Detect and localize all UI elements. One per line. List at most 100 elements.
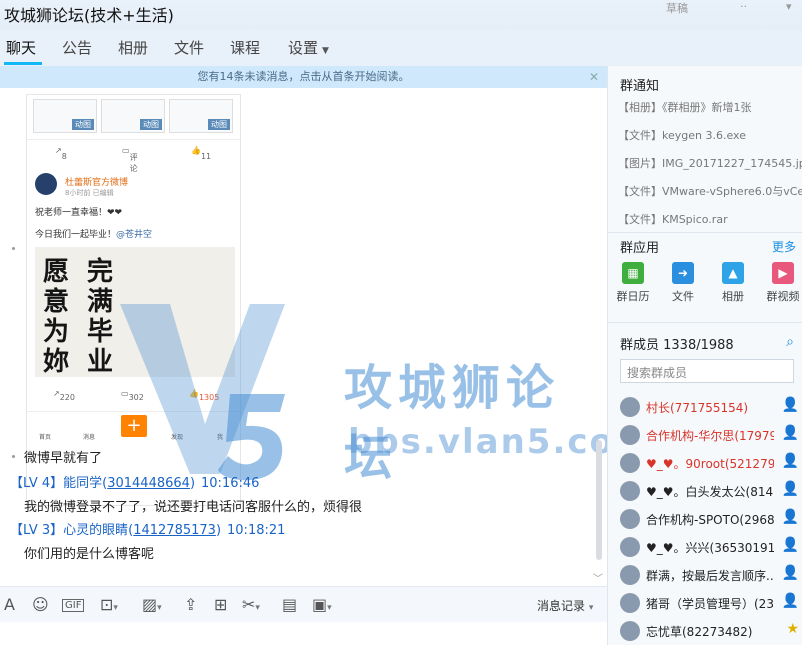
upload-icon[interactable]: ⇪ [184,595,197,614]
file-icon: ➜ [672,262,694,284]
star-icon: ★ [786,621,799,637]
image-icon[interactable]: ▨▾ [142,595,162,614]
user-icon: 👤 [781,509,799,525]
message-sender[interactable]: 【LV 3】心灵的眼睛(1412785173) 10:18:21 [10,519,285,538]
app-label: 相册 [722,290,744,303]
avatar [620,425,640,445]
avatar [620,509,640,529]
apps-more-link[interactable]: 更多 [772,238,796,255]
tab-courses[interactable]: 课程 [230,37,260,58]
app-files[interactable]: ➜ 文件 [660,262,706,304]
draft-control[interactable]: 草稿 [666,0,688,16]
emoji-icon[interactable]: ☺ [32,595,49,614]
tab-files[interactable]: 文件 [174,37,204,58]
dropdown-control[interactable]: ▾ [786,0,792,13]
member-item[interactable]: 合作机构-SPOTO(29682... 👤 [620,507,802,535]
message-sender[interactable]: 【LV 4】能同学(3014448664) 10:16:46 [10,472,259,491]
member-item[interactable]: 群满，按最后发言顺序... 👤 [620,563,802,591]
scrollbar[interactable] [596,440,602,560]
member-level: 【LV 3】 [10,523,64,538]
tab-settings[interactable]: 设置 ▼ [288,37,329,58]
avatar [620,593,640,613]
member-item[interactable]: ♥_♥。白头发太公(81413... 👤 [620,479,802,507]
tab-announcement[interactable]: 公告 [62,37,92,58]
member-item[interactable]: 合作机构-华尔思(17979... 👤 [620,423,802,451]
scissors-icon[interactable]: ✂▾ [242,595,260,614]
avatar [620,621,640,641]
message-history-button[interactable]: 消息记录 ▾ [537,597,593,614]
group-notice-title: 群通知 [620,79,660,94]
watermark-url: bbs.vlan5.com [348,422,607,462]
divider [608,322,802,323]
user-icon: 👤 [781,481,799,497]
chevron-down-icon[interactable]: ﹀ [593,570,603,585]
members-title: 群成员 1338/1988 [620,338,734,353]
gif-icon[interactable]: GIF [62,599,85,612]
post-text: 祝老师一直幸福！❤❤ [35,208,123,218]
tab-chat[interactable]: 聊天 [6,37,36,58]
message-input[interactable] [0,622,607,645]
nav-home: 首页 [39,434,52,441]
video-icon: ▶ [772,262,794,284]
sender-name: 能同学 [63,476,103,491]
avatar [620,481,640,501]
user-icon: 👤 [781,453,799,469]
gift-icon[interactable]: ⊞ [214,595,227,614]
member-name: ♥_♥。兴兴(365301916) [646,541,774,555]
message-text: 你们用的是什么博客呢 [24,547,155,562]
divider [608,232,802,233]
app-calendar[interactable]: ▦ 群日历 [610,262,656,304]
member-name: 合作机构-华尔思(17979... [646,429,774,443]
bullet [12,247,15,250]
app-video[interactable]: ▶ 群视频 [760,262,802,304]
notice-item[interactable]: 【文件】VMware-vSphere6.0与vCen... [618,183,802,199]
chevron-down-icon: ▾ [588,603,594,613]
sender-qq[interactable]: 3014448664 [107,476,190,491]
photo-icon: ▲ [722,262,744,284]
user-icon: 👤 [781,397,799,413]
post-time: 8小时前 已编辑 [65,189,114,197]
app-label: 文件 [672,290,694,303]
member-search-input[interactable]: 搜索群成员 [620,359,794,383]
notice-item[interactable]: 【文件】KMSpico.rar [618,211,802,227]
notice-item[interactable]: 【相册】《群相册》新增1张 [618,99,802,115]
title-bar: 攻城狮论坛(技术+生活) 草稿 ·· ▾ [0,0,802,30]
member-item[interactable]: ♥_♥。90root(521279508) 👤 [620,451,802,479]
unread-notice[interactable]: 您有14条未读消息，点击从首条开始阅读。 ✕ [0,66,607,88]
dots-control[interactable]: ·· [740,0,747,13]
watermark-text: 攻城狮论坛 [344,360,561,486]
tab-album[interactable]: 相册 [118,37,148,58]
user-icon: 👤 [781,593,799,609]
app-label: 群视频 [766,290,800,303]
share-count: ↗ 8 [55,146,67,161]
chevron-down-icon: ▼ [322,46,329,56]
app-album[interactable]: ▲ 相册 [710,262,756,304]
image-thumbnails: 动图 动图 动图 [33,99,233,133]
poll-icon[interactable]: ▣▾ [312,595,332,614]
message-time: 10:18:21 [227,523,286,538]
font-icon[interactable]: A [4,595,15,614]
member-item[interactable]: 村长(771755154) 👤 [620,395,802,423]
notice-item[interactable]: 【文件】keygen 3.6.exe [618,127,802,143]
member-item[interactable]: ♥_♥。兴兴(365301916) 👤 [620,535,802,563]
member-name: 猪哥（学员管理号）(23... [646,597,774,611]
gif-tag: 动图 [140,119,162,130]
share-count: ↗ 220 [53,389,75,402]
message-time: 10:16:46 [201,476,260,491]
member-item[interactable]: 忘忧草(82273482) ★ [620,619,802,645]
search-icon[interactable]: ⌕ [786,334,794,350]
notice-item[interactable]: 【图片】IMG_20171227_174545.jpg [618,155,802,171]
screenshot-icon[interactable]: ⊡▾ [100,595,118,614]
member-item[interactable]: 猪哥（学员管理号）(23... 👤 [620,591,802,619]
tab-bar: 聊天 公告 相册 文件 课程 设置 ▼ [0,30,802,66]
member-name: 群满，按最后发言顺序... [646,569,774,583]
member-name: ♥_♥。90root(521279508) [646,457,774,471]
close-icon[interactable]: ✕ [589,66,599,88]
user-icon: 👤 [781,425,799,441]
unread-notice-text: 您有14条未读消息，点击从首条开始阅读。 [197,70,410,83]
sender-qq[interactable]: 1412785173 [133,523,216,538]
member-name: 忘忧草(82273482) [646,625,753,639]
post-text-2: 今日我们一起毕业！@苍井空 [35,230,153,240]
like-count: 👍 11 [191,146,212,161]
red-packet-icon[interactable]: ▤ [282,595,297,614]
